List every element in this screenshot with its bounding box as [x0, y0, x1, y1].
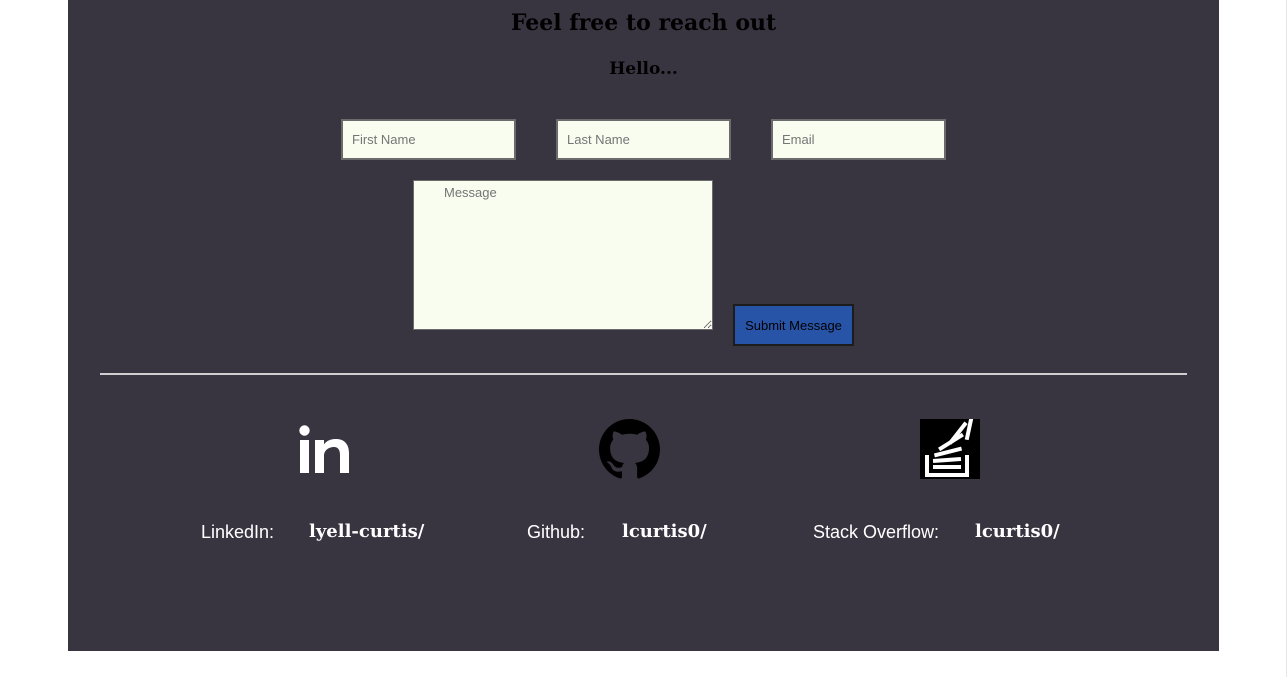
linkedin-link[interactable]: lyell-curtis/ — [309, 521, 424, 542]
last-name-field[interactable] — [556, 119, 731, 160]
page-edge — [1286, 0, 1287, 677]
first-name-field[interactable] — [341, 119, 516, 160]
stackoverflow-label: Stack Overflow: — [813, 522, 940, 542]
linkedin-label: LinkedIn: — [201, 522, 275, 542]
submit-message-button[interactable]: Submit Message — [733, 304, 854, 346]
linkedin-icon[interactable] — [299, 425, 349, 473]
github-icon[interactable] — [599, 419, 660, 480]
email-field[interactable] — [771, 119, 946, 160]
stackoverflow-link[interactable]: lcurtis0/ — [975, 521, 1060, 542]
section-divider — [100, 373, 1187, 375]
stackoverflow-icon[interactable] — [920, 419, 980, 479]
contact-section: Feel free to reach out Hello... Submit M… — [68, 0, 1219, 651]
github-link[interactable]: lcurtis0/ — [622, 521, 707, 542]
message-field[interactable] — [413, 180, 713, 330]
contact-title: Feel free to reach out — [510, 10, 777, 36]
contact-subtitle: Hello... — [609, 59, 678, 79]
github-label: Github: — [527, 522, 586, 542]
